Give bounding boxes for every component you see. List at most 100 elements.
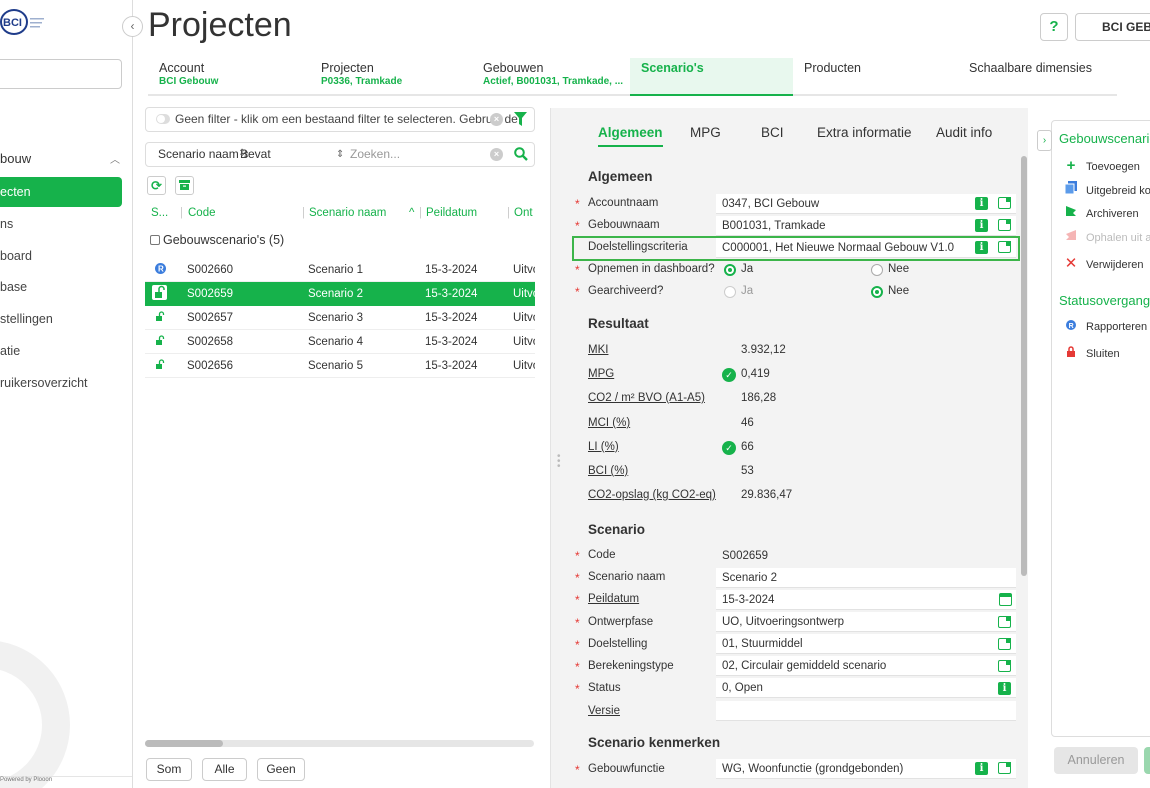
berekeningstype-field[interactable]: 02, Circulair gemiddeld scenario xyxy=(716,656,1016,676)
scenario-naam-field[interactable]: Scenario 2 xyxy=(716,568,1016,588)
sluiten-action[interactable]: Sluiten xyxy=(1064,346,1120,360)
doelstellingscriteria-field[interactable]: C000001, Het Nieuwe Normaal Gebouw V1.0 xyxy=(716,238,1016,258)
status-field[interactable]: 0, Open xyxy=(716,678,1016,698)
tab-extra-informatie[interactable]: Extra informatie xyxy=(817,125,912,140)
gebouwfunctie-field[interactable]: WG, Woonfunctie (grondgebonden) xyxy=(716,759,1016,779)
geen-button[interactable]: Geen xyxy=(257,758,305,781)
save-button[interactable] xyxy=(1144,747,1150,774)
info-icon[interactable]: i xyxy=(975,219,988,232)
label-bci[interactable]: BCI (%) xyxy=(588,465,628,477)
sidebar-item-projecten[interactable]: ecten xyxy=(0,177,122,207)
column-peildatum[interactable]: Peildatum xyxy=(426,207,477,219)
alle-button[interactable]: Alle xyxy=(202,758,247,781)
sidebar-item-1[interactable]: ns xyxy=(0,209,122,239)
table-row[interactable]: S002656 Scenario 5 15-3-2024 Uitvo xyxy=(145,354,535,378)
table-row-selected[interactable]: S002659 Scenario 2 15-3-2024 Uitvo xyxy=(145,282,535,306)
panel-splitter[interactable]: • • • xyxy=(557,452,561,472)
label-mpg[interactable]: MPG xyxy=(588,368,614,380)
search-field-select[interactable]: Scenario naam ⇕ xyxy=(158,143,250,167)
horizontal-scrollbar[interactable] xyxy=(145,740,534,747)
help-button[interactable]: ? xyxy=(1040,13,1068,41)
column-scenario-naam[interactable]: Scenario naam xyxy=(309,207,386,219)
search-input[interactable]: Zoeken... xyxy=(350,143,400,166)
archive-view-button[interactable] xyxy=(175,176,194,195)
crumb-schaalbare-dimensies[interactable]: Schaalbare dimensies xyxy=(958,58,1117,94)
sidebar-group-gebouw[interactable]: bouw ︿ xyxy=(0,151,128,167)
crumb-gebouwen[interactable]: Gebouwen Actief, B001031, Tramkade, ... xyxy=(472,58,630,94)
clear-filter-icon[interactable]: × xyxy=(490,113,503,126)
group-checkbox[interactable] xyxy=(150,235,160,245)
open-record-icon[interactable] xyxy=(998,197,1011,209)
sidebar-search-input[interactable] xyxy=(0,59,122,89)
sidebar-item-database[interactable]: base xyxy=(0,272,122,302)
organisation-button[interactable]: BCI GEBOUW xyxy=(1075,13,1150,41)
table-row[interactable]: R S002660 Scenario 1 15-3-2024 Uitvo xyxy=(145,258,535,282)
info-icon[interactable]: i xyxy=(975,762,988,775)
sort-asc-icon[interactable]: ^ xyxy=(409,207,414,219)
label-versie[interactable]: Versie xyxy=(588,705,620,717)
info-icon[interactable]: i xyxy=(998,682,1011,695)
label-mci[interactable]: MCI (%) xyxy=(588,417,630,429)
label-li[interactable]: LI (%) xyxy=(588,441,619,453)
sidebar-item-instellingen[interactable]: stellingen xyxy=(0,304,122,334)
label-peildatum[interactable]: Peildatum xyxy=(588,593,639,605)
label-co2-opslag[interactable]: CO2-opslag (kg CO2-eq) xyxy=(588,489,716,501)
verwijderen-action[interactable]: ✕ Verwijderen xyxy=(1064,254,1144,272)
open-record-icon[interactable] xyxy=(998,241,1011,253)
tab-algemeen[interactable]: Algemeen xyxy=(598,125,663,147)
column-code[interactable]: Code xyxy=(188,207,216,219)
crumb-account[interactable]: Account BCI Gebouw xyxy=(148,58,310,94)
tab-audit-info[interactable]: Audit info xyxy=(936,125,992,140)
crumb-producten[interactable]: Producten xyxy=(793,58,955,94)
uitgebreid-kopieren-action[interactable]: Uitgebreid kopiëren xyxy=(1064,181,1150,197)
info-icon[interactable]: i xyxy=(975,241,988,254)
tab-bci[interactable]: BCI xyxy=(761,125,784,140)
crumb-scenarios[interactable]: Scenario's xyxy=(630,58,793,96)
archiveren-action[interactable]: Archiveren xyxy=(1064,205,1139,220)
column-ontwerpfase[interactable]: Ont xyxy=(514,207,533,219)
refresh-button[interactable]: ⟳ xyxy=(147,176,166,195)
open-record-icon[interactable] xyxy=(998,616,1011,628)
table-row[interactable]: S002658 Scenario 4 15-3-2024 Uitvo xyxy=(145,330,535,354)
open-record-icon[interactable] xyxy=(998,219,1011,231)
versie-field[interactable] xyxy=(716,701,1016,721)
sidebar-collapse-button[interactable]: ‹ xyxy=(122,16,143,37)
filter-toggle[interactable] xyxy=(156,114,170,124)
doelstelling-field[interactable]: 01, Stuurmiddel xyxy=(716,634,1016,654)
filter-icon[interactable] xyxy=(514,112,527,126)
peildatum-field[interactable]: 15-3-2024 xyxy=(716,590,1016,610)
rapporteren-action[interactable]: R Rapporteren xyxy=(1064,320,1147,333)
gearchiveerd-ja-radio[interactable] xyxy=(724,286,736,298)
search-icon[interactable] xyxy=(514,147,528,161)
scrollbar-thumb[interactable] xyxy=(145,740,223,747)
open-record-icon[interactable] xyxy=(998,638,1011,650)
vertical-scrollbar[interactable] xyxy=(1021,156,1027,576)
opnemen-ja-radio[interactable] xyxy=(724,264,736,276)
annuleren-button[interactable]: Annuleren xyxy=(1054,747,1138,774)
action-panel-toggle[interactable]: › xyxy=(1037,130,1052,151)
label-mki[interactable]: MKI xyxy=(588,344,608,356)
open-record-icon[interactable] xyxy=(998,762,1011,774)
gebouwnaam-field[interactable]: B001031, Tramkade xyxy=(716,216,1016,236)
column-status[interactable]: S... xyxy=(151,207,168,219)
sidebar-item-informatie[interactable]: atie xyxy=(0,336,122,366)
ontwerpfase-field[interactable]: UO, Uitvoeringsontwerp xyxy=(716,612,1016,632)
som-button[interactable]: Som xyxy=(146,758,192,781)
gearchiveerd-nee-radio[interactable] xyxy=(871,286,883,298)
clear-search-icon[interactable]: × xyxy=(490,148,503,161)
calendar-icon[interactable] xyxy=(999,593,1012,606)
sidebar-item-dashboard[interactable]: board xyxy=(0,241,122,271)
sidebar-item-gebruikersoverzicht[interactable]: ruikersoverzicht xyxy=(0,368,122,398)
open-record-icon[interactable] xyxy=(998,660,1011,672)
info-icon[interactable]: i xyxy=(975,197,988,210)
group-header[interactable]: Gebouwscenario's (5) xyxy=(150,233,284,247)
accountnaam-field[interactable]: 0347, BCI Gebouw xyxy=(716,194,1016,214)
filter-select[interactable]: Geen filter - klik om een bestaand filte… xyxy=(145,107,535,132)
toevoegen-action[interactable]: + Toevoegen xyxy=(1064,157,1140,174)
opnemen-nee-radio[interactable] xyxy=(871,264,883,276)
tab-mpg[interactable]: MPG xyxy=(690,125,721,140)
table-row[interactable]: S002657 Scenario 3 15-3-2024 Uitvo xyxy=(145,306,535,330)
crumb-projecten[interactable]: Projecten P0336, Tramkade xyxy=(310,58,472,94)
label-co2-bvo[interactable]: CO2 / m² BVO (A1-A5) xyxy=(588,392,705,404)
ophalen-archief-action[interactable]: Ophalen uit archief xyxy=(1064,229,1150,244)
